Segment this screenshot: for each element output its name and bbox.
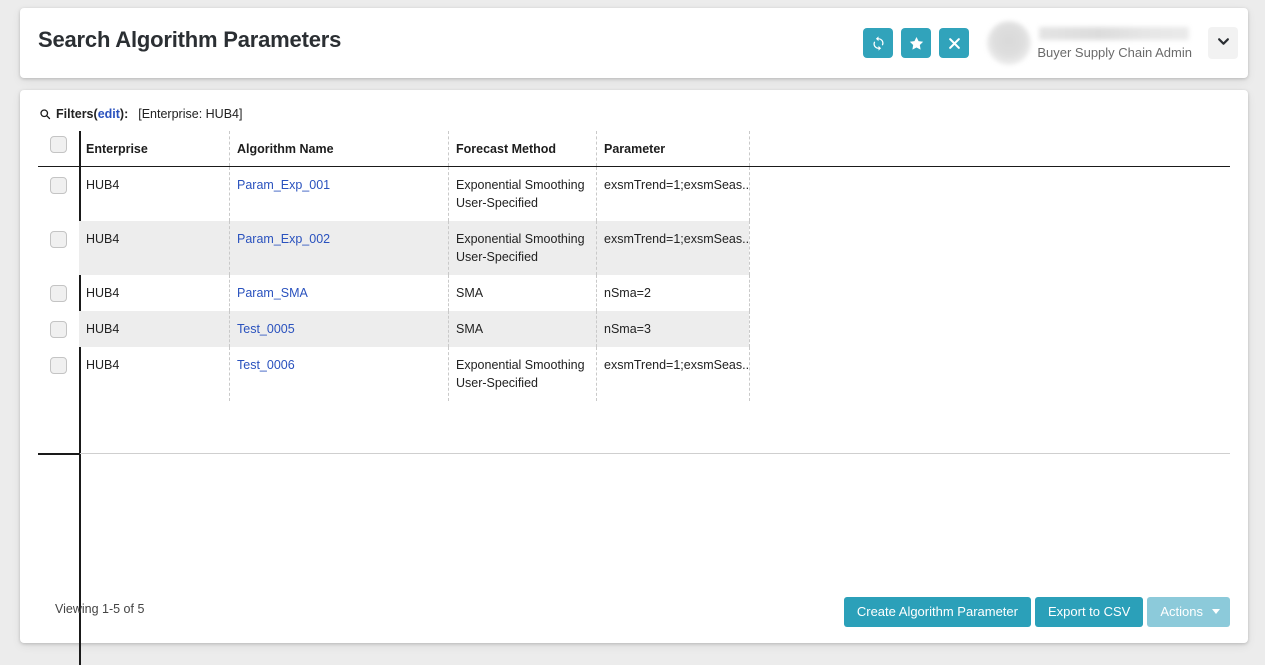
table-row[interactable]: HUB4 Param_SMA SMAnSma=2 bbox=[38, 275, 1230, 311]
row-select-checkbox[interactable] bbox=[50, 357, 67, 374]
page-title: Search Algorithm Parameters bbox=[38, 27, 341, 53]
cell-algorithm-name[interactable]: Test_0005 bbox=[229, 311, 448, 347]
cell-parameter: exsmTrend=1;exsmSeas... bbox=[596, 221, 749, 275]
table-body: HUB4 Param_Exp_001 Exponential Smoothing U… bbox=[38, 167, 1230, 401]
algorithm-name-link[interactable]: Param_Exp_002 bbox=[237, 232, 330, 246]
cell-enterprise: HUB4 bbox=[79, 311, 229, 347]
user-role: Buyer Supply Chain Admin bbox=[1037, 46, 1192, 60]
table-body-bottom-border bbox=[38, 453, 1230, 454]
cell-algorithm-name[interactable]: Param_SMA bbox=[229, 275, 448, 311]
column-header-parameter[interactable]: Parameter bbox=[596, 131, 749, 166]
cell-filler bbox=[749, 275, 1230, 311]
table-row[interactable]: HUB4 Param_Exp_002 Exponential Smoothing U… bbox=[38, 221, 1230, 275]
cell-forecast-method: Exponential Smoothing User-Specified bbox=[448, 221, 596, 275]
row-select-cell bbox=[38, 221, 79, 275]
row-select-checkbox[interactable] bbox=[50, 231, 67, 248]
close-button[interactable] bbox=[939, 28, 969, 58]
footer-buttons: Create Algorithm Parameter Export to CSV… bbox=[844, 597, 1230, 627]
favorite-button[interactable] bbox=[901, 28, 931, 58]
table-body-bottom-border-left bbox=[38, 453, 80, 455]
cell-algorithm-name[interactable]: Param_Exp_002 bbox=[229, 221, 448, 275]
cell-parameter: exsmTrend=1;exsmSeas... bbox=[596, 167, 749, 221]
header-actions: Buyer Supply Chain Admin bbox=[855, 18, 1238, 68]
cell-algorithm-name[interactable]: Param_Exp_001 bbox=[229, 167, 448, 221]
row-select-cell bbox=[38, 167, 79, 221]
cell-enterprise: HUB4 bbox=[79, 347, 229, 401]
row-select-checkbox[interactable] bbox=[50, 321, 67, 338]
cell-filler bbox=[749, 221, 1230, 275]
actions-label: Actions bbox=[1160, 604, 1203, 619]
actions-button[interactable]: Actions bbox=[1147, 597, 1230, 627]
cell-filler bbox=[749, 167, 1230, 221]
filters-close-paren: ): bbox=[120, 107, 128, 121]
export-to-csv-button[interactable]: Export to CSV bbox=[1035, 597, 1143, 627]
content-card: Filters ( edit ): [Enterprise: HUB4] Ent… bbox=[20, 90, 1248, 643]
cell-filler bbox=[749, 347, 1230, 401]
cell-filler bbox=[749, 311, 1230, 347]
user-block[interactable]: Buyer Supply Chain Admin bbox=[987, 18, 1192, 68]
cell-parameter: nSma=2 bbox=[596, 275, 749, 311]
filters-applied-value: [Enterprise: HUB4] bbox=[138, 107, 242, 121]
viewing-count: Viewing 1-5 of 5 bbox=[55, 602, 144, 616]
column-header-filler bbox=[749, 131, 1230, 166]
row-select-cell bbox=[38, 311, 79, 347]
table-row[interactable]: HUB4 Test_0005 SMAnSma=3 bbox=[38, 311, 1230, 347]
close-icon bbox=[947, 36, 962, 51]
avatar bbox=[987, 21, 1031, 65]
row-select-checkbox[interactable] bbox=[50, 285, 67, 302]
cell-parameter: nSma=3 bbox=[596, 311, 749, 347]
results-table: Enterprise Algorithm Name Forecast Metho… bbox=[38, 131, 1230, 401]
user-text: Buyer Supply Chain Admin bbox=[1037, 21, 1192, 65]
table-row[interactable]: HUB4 Param_Exp_001 Exponential Smoothing U… bbox=[38, 167, 1230, 221]
user-menu-button[interactable] bbox=[1208, 27, 1238, 59]
table-row[interactable]: HUB4 Test_0006 Exponential Smoothing User-… bbox=[38, 347, 1230, 401]
cell-forecast-method: Exponential Smoothing User-Specified bbox=[448, 347, 596, 401]
row-select-cell bbox=[38, 347, 79, 401]
select-all-cell bbox=[38, 131, 79, 166]
cell-enterprise: HUB4 bbox=[79, 221, 229, 275]
refresh-button[interactable] bbox=[863, 28, 893, 58]
filters-label: Filters bbox=[56, 107, 94, 121]
star-icon bbox=[908, 35, 925, 52]
search-icon bbox=[39, 108, 51, 120]
cell-forecast-method: SMA bbox=[448, 275, 596, 311]
row-select-cell bbox=[38, 275, 79, 311]
cell-enterprise: HUB4 bbox=[79, 167, 229, 221]
create-algorithm-parameter-button[interactable]: Create Algorithm Parameter bbox=[844, 597, 1031, 627]
filter-bar: Filters ( edit ): [Enterprise: HUB4] bbox=[39, 107, 242, 121]
caret-down-icon bbox=[1212, 609, 1220, 614]
header-card: Search Algorithm Parameters bbox=[20, 8, 1248, 78]
filters-edit-link[interactable]: edit bbox=[98, 107, 120, 121]
algorithm-name-link[interactable]: Param_Exp_001 bbox=[237, 178, 330, 192]
algorithm-name-link[interactable]: Test_0005 bbox=[237, 322, 295, 336]
refresh-icon bbox=[870, 35, 887, 52]
cell-forecast-method: SMA bbox=[448, 311, 596, 347]
row-select-checkbox[interactable] bbox=[50, 177, 67, 194]
column-header-forecast-method[interactable]: Forecast Method bbox=[448, 131, 596, 166]
column-header-enterprise[interactable]: Enterprise bbox=[79, 131, 229, 166]
select-all-checkbox[interactable] bbox=[50, 136, 67, 153]
cell-parameter: exsmTrend=1;exsmSeas... bbox=[596, 347, 749, 401]
table-header-row: Enterprise Algorithm Name Forecast Metho… bbox=[38, 131, 1230, 167]
cell-forecast-method: Exponential Smoothing User-Specified bbox=[448, 167, 596, 221]
chevron-down-icon bbox=[1216, 34, 1231, 52]
cell-enterprise: HUB4 bbox=[79, 275, 229, 311]
algorithm-name-link[interactable]: Param_SMA bbox=[237, 286, 308, 300]
cell-algorithm-name[interactable]: Test_0006 bbox=[229, 347, 448, 401]
column-header-algorithm-name[interactable]: Algorithm Name bbox=[229, 131, 448, 166]
user-name bbox=[1039, 27, 1189, 40]
algorithm-name-link[interactable]: Test_0006 bbox=[237, 358, 295, 372]
